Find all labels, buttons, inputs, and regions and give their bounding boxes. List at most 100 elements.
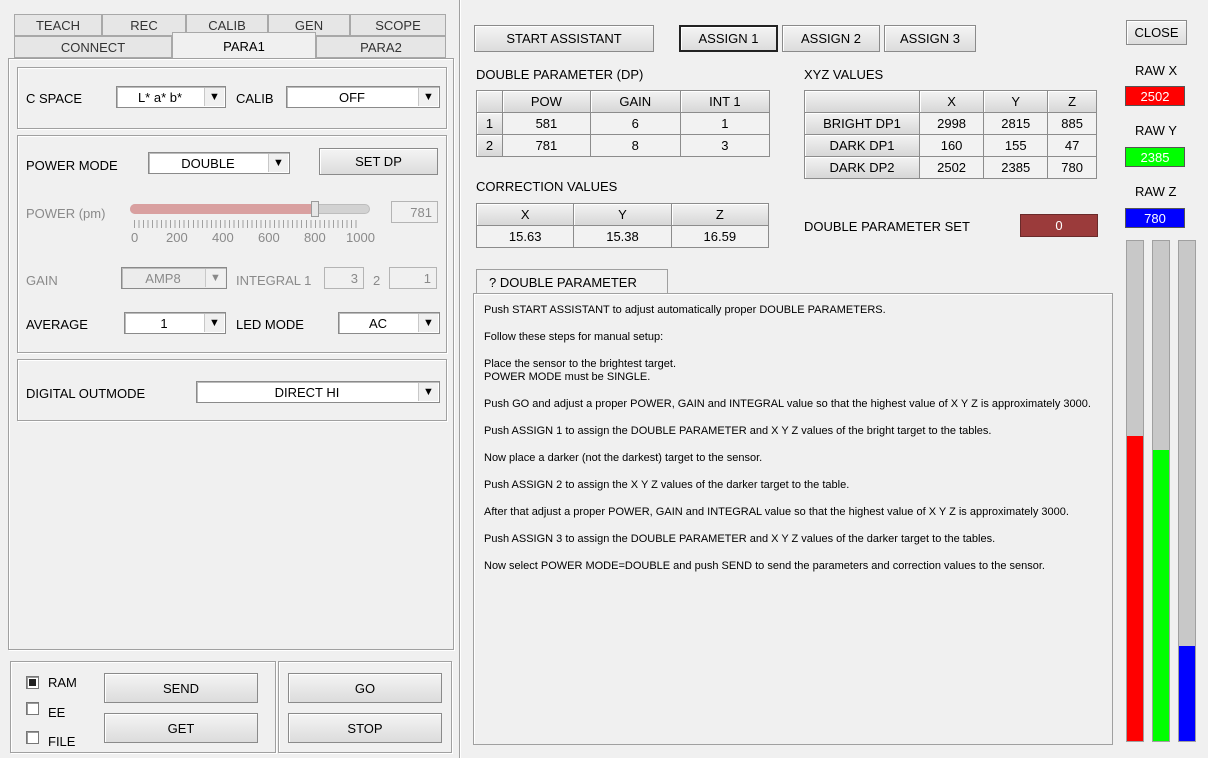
correction-z-value: 16.59 [670,225,770,248]
table-cell: 155 [983,134,1049,157]
close-button[interactable]: CLOSE [1126,20,1187,45]
table-row: 1 581 6 1 [476,112,771,135]
table-cell: 2502 [918,156,985,179]
table-cell: 885 [1047,112,1097,135]
tab-scope[interactable]: SCOPE [350,14,446,36]
table-cell: 8 [589,134,681,157]
help-paragraph: Push GO and adjust a proper POWER, GAIN … [484,398,1091,410]
help-paragraph: Push ASSIGN 2 to assign the X Y Z values… [484,479,850,491]
table-cell: 2815 [983,112,1049,135]
start-assistant-button[interactable]: START ASSISTANT [474,25,654,52]
integral2-field: 1 [389,267,437,289]
table-cell: 2998 [918,112,985,135]
raw-z-label: RAW Z [1135,184,1177,199]
gain-value: AMP8 [145,270,181,286]
dp-table: POW GAIN INT 1 1 581 6 1 2 781 8 3 [476,90,771,157]
integral-label: INTEGRAL 1 [236,273,312,288]
help-paragraph: Push START ASSISTANT to adjust automatic… [484,304,886,316]
chevron-down-icon: ▼ [268,154,288,172]
average-select[interactable]: 1 ▼ [124,312,226,334]
digital-outmode-select[interactable]: DIRECT HI ▼ [196,381,440,403]
scale-tick: 1000 [346,230,375,245]
row-index: 1 [476,112,503,135]
chevron-down-icon: ▼ [418,383,438,401]
tab-para2[interactable]: PARA2 [316,36,446,58]
assign2-button[interactable]: ASSIGN 2 [782,25,880,52]
c-space-select[interactable]: L* a* b* ▼ [116,86,226,108]
gain-label: GAIN [26,273,58,288]
assign3-button[interactable]: ASSIGN 3 [884,25,976,52]
c-space-label: C SPACE [26,91,83,106]
correction-table: X Y Z 15.63 15.38 16.59 [475,203,770,248]
ram-label: RAM [48,675,77,690]
help-panel: Push START ASSISTANT to adjust automatic… [473,293,1113,745]
led-mode-select[interactable]: AC ▼ [338,312,440,334]
raw-x-bar-fill [1127,435,1143,741]
calib-value: OFF [339,89,365,105]
xyz-header-y: Y [983,90,1049,113]
scale-tick: 400 [212,230,234,245]
tab-connect[interactable]: CONNECT [14,36,172,58]
power-scale [134,220,360,228]
tab-para1[interactable]: PARA1 [172,32,316,59]
integral2-label: 2 [373,273,381,288]
digital-outmode-label: DIGITAL OUTMODE [26,386,146,401]
help-tab[interactable]: ? DOUBLE PARAMETER [476,269,668,294]
xyz-header-x: X [918,90,985,113]
go-button[interactable]: GO [288,673,442,703]
power-scale-labels: 0 200 400 600 800 1000 [0,230,458,246]
table-cell: 581 [502,112,591,135]
raw-x-bar [1126,240,1144,742]
correction-header-z: Z [670,203,770,226]
power-slider-fill [130,204,315,214]
power-slider[interactable] [130,201,370,217]
raw-y-bar-fill [1153,449,1169,741]
table-cell: 160 [918,134,985,157]
average-label: AVERAGE [26,317,88,332]
dp-header-gain: GAIN [589,90,681,113]
table-cell: 1 [679,112,771,135]
table-row: BRIGHT DP1 2998 2815 885 [804,112,1097,135]
table-row: 15.63 15.38 16.59 [475,225,770,248]
calib-select[interactable]: OFF ▼ [286,86,440,108]
correction-title: CORRECTION VALUES [476,179,618,194]
raw-z-bar-fill [1179,645,1195,741]
right-column: START ASSISTANT ASSIGN 1 ASSIGN 2 ASSIGN… [461,0,1208,758]
help-paragraph: Follow these steps for manual setup: [484,331,664,343]
set-dp-button[interactable]: SET DP [319,148,438,175]
dp-header-pow: POW [502,90,591,113]
send-button[interactable]: SEND [104,673,258,703]
c-space-value: L* a* b* [137,89,183,105]
xyz-table: X Y Z BRIGHT DP1 2998 2815 885 DARK DP1 … [804,90,1097,179]
file-checkbox[interactable] [26,731,39,744]
table-row: DARK DP1 160 155 47 [804,134,1097,157]
stop-button[interactable]: STOP [288,713,442,743]
row-label: BRIGHT DP1 [804,112,920,135]
tab-teach[interactable]: TEACH [14,14,102,36]
assign1-button[interactable]: ASSIGN 1 [679,25,778,52]
get-button[interactable]: GET [104,713,258,743]
dp-table-title: DOUBLE PARAMETER (DP) [476,67,644,82]
raw-z-bar [1178,240,1196,742]
raw-y-bar [1152,240,1170,742]
row-index: 2 [476,134,503,157]
help-paragraph: Push ASSIGN 3 to assign the DOUBLE PARAM… [484,533,996,545]
ee-label: EE [48,705,66,720]
dp-set-label: DOUBLE PARAMETER SET [804,219,970,234]
chevron-down-icon: ▼ [418,314,438,332]
dp-header-int1: INT 1 [679,90,771,113]
ee-checkbox[interactable] [26,702,39,715]
power-value-field: 781 [391,201,438,223]
table-cell: 781 [502,134,591,157]
corner-cell [476,90,503,113]
gain-select: AMP8 ▼ [121,267,227,289]
power-slider-thumb[interactable] [311,201,319,217]
scale-tick: 800 [304,230,326,245]
power-label: POWER (pm) [26,206,106,221]
chevron-down-icon: ▼ [204,88,224,106]
power-mode-value: DOUBLE [181,155,235,171]
row-label: DARK DP1 [804,134,920,157]
ram-checkbox[interactable] [26,676,39,689]
table-cell: 47 [1047,134,1097,157]
power-mode-select[interactable]: DOUBLE ▼ [148,152,290,174]
